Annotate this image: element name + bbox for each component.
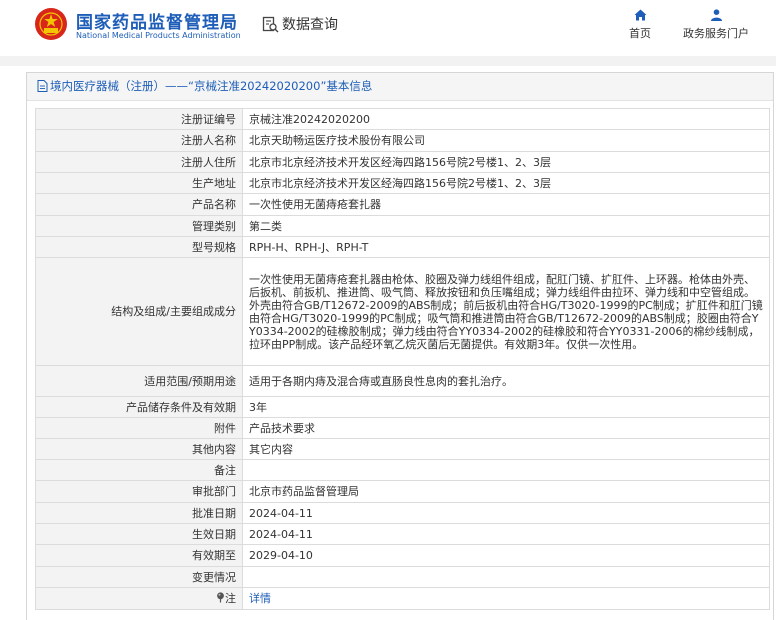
home-icon bbox=[634, 9, 646, 21]
field-label: 结构及组成/主要组成成分 bbox=[35, 257, 243, 366]
field-value: 2024-04-11 bbox=[242, 502, 770, 524]
table-row: 结构及组成/主要组成成分 一次性使用无菌痔疮套扎器由枪体、胶圈及弹力线组件组成，… bbox=[35, 257, 770, 366]
field-value: 产品技术要求 bbox=[242, 417, 770, 439]
table-row: 产品储存条件及有效期 3年 bbox=[35, 396, 770, 418]
table-row: 生效日期 2024-04-11 bbox=[35, 523, 770, 545]
field-value: 一次性使用无菌痔疮套扎器由枪体、胶圈及弹力线组件组成，配肛门镜、扩肛件、上环器。… bbox=[242, 257, 770, 366]
logo-subtitle: National Medical Products Administration bbox=[76, 31, 241, 40]
table-row: 注册人名称 北京天助畅运医疗技术股份有限公司 bbox=[35, 129, 770, 152]
field-value: 适用于各期内痔及混合痔或直肠良性息肉的套扎治疗。 bbox=[242, 365, 770, 397]
field-label: 注 bbox=[225, 592, 236, 605]
data-query-label: 数据查询 bbox=[282, 17, 338, 33]
field-value: 2029-04-10 bbox=[242, 544, 770, 567]
field-value: 第二类 bbox=[242, 215, 770, 237]
field-label: 审批部门 bbox=[35, 480, 243, 503]
device-info-table: 注册证编号 京械注准20242020200 注册人名称 北京天助畅运医疗技术股份… bbox=[35, 108, 770, 610]
site-header: 国家药品监督管理局 National Medical Products Admi… bbox=[0, 0, 776, 56]
field-label: 注册人名称 bbox=[35, 129, 243, 152]
nav-home-label: 首页 bbox=[629, 27, 651, 40]
field-value: RPH-H、RPH-J、RPH-T bbox=[242, 236, 770, 258]
table-row: 型号规格 RPH-H、RPH-J、RPH-T bbox=[35, 236, 770, 258]
table-row: 变更情况 bbox=[35, 566, 770, 588]
nav-portal-label: 政务服务门户 bbox=[683, 27, 749, 40]
field-label: 管理类别 bbox=[35, 215, 243, 237]
field-label: 批准日期 bbox=[35, 502, 243, 524]
field-label: 有效期至 bbox=[35, 544, 243, 567]
details-link[interactable]: 详情 bbox=[249, 592, 271, 605]
field-value bbox=[242, 459, 770, 481]
table-row: 注 详情 bbox=[35, 587, 770, 610]
note-label-cell: 注 bbox=[35, 587, 243, 610]
national-emblem-icon bbox=[35, 8, 67, 40]
table-row: 注册证编号 京械注准20242020200 bbox=[35, 108, 770, 130]
nav-home[interactable]: 首页 bbox=[625, 9, 655, 41]
field-value: 北京市北京经济技术开发区经海四路156号院2号楼1、2、3层 bbox=[242, 172, 770, 194]
nav-service-portal[interactable]: 政务服务门户 bbox=[676, 9, 756, 41]
table-row: 批准日期 2024-04-11 bbox=[35, 502, 770, 524]
field-label: 产品名称 bbox=[35, 193, 243, 216]
field-value: 北京市北京经济技术开发区经海四路156号院2号楼1、2、3层 bbox=[242, 151, 770, 173]
logo-title[interactable]: 国家药品监督管理局 bbox=[76, 8, 238, 33]
table-row: 管理类别 第二类 bbox=[35, 215, 770, 237]
field-value: 其它内容 bbox=[242, 438, 770, 460]
table-row: 适用范围/预期用途 适用于各期内痔及混合痔或直肠良性息肉的套扎治疗。 bbox=[35, 365, 770, 397]
field-label: 生效日期 bbox=[35, 523, 243, 545]
field-value: 北京市药品监督管理局 bbox=[242, 480, 770, 503]
field-label: 注册证编号 bbox=[35, 108, 243, 130]
field-label: 生产地址 bbox=[35, 172, 243, 194]
field-label: 型号规格 bbox=[35, 236, 243, 258]
table-row: 注册人住所 北京市北京经济技术开发区经海四路156号院2号楼1、2、3层 bbox=[35, 151, 770, 173]
table-row: 备注 bbox=[35, 459, 770, 481]
field-label: 产品储存条件及有效期 bbox=[35, 396, 243, 418]
header-divider bbox=[0, 56, 776, 66]
table-row: 附件 产品技术要求 bbox=[35, 417, 770, 439]
table-row: 有效期至 2029-04-10 bbox=[35, 544, 770, 567]
field-label: 附件 bbox=[35, 417, 243, 439]
pin-icon bbox=[217, 592, 224, 603]
field-value: 一次性使用无菌痔疮套扎器 bbox=[242, 193, 770, 216]
table-row: 产品名称 一次性使用无菌痔疮套扎器 bbox=[35, 193, 770, 216]
field-value bbox=[242, 566, 770, 588]
search-doc-icon bbox=[262, 16, 279, 32]
user-icon bbox=[710, 9, 722, 21]
field-value: 京械注准20242020200 bbox=[242, 108, 770, 130]
data-query-link[interactable]: 数据查询 bbox=[262, 14, 338, 34]
field-value: 北京天助畅运医疗技术股份有限公司 bbox=[242, 129, 770, 152]
field-label: 注册人住所 bbox=[35, 151, 243, 173]
table-row: 生产地址 北京市北京经济技术开发区经海四路156号院2号楼1、2、3层 bbox=[35, 172, 770, 194]
field-label: 变更情况 bbox=[35, 566, 243, 588]
panel-title: 境内医疗器械（注册）——“京械注准20242020200”基本信息 bbox=[27, 73, 773, 101]
panel-title-text: 境内医疗器械（注册）——“京械注准20242020200”基本信息 bbox=[50, 79, 373, 93]
field-label: 适用范围/预期用途 bbox=[35, 365, 243, 397]
table-row: 其他内容 其它内容 bbox=[35, 438, 770, 460]
field-label: 备注 bbox=[35, 459, 243, 481]
document-icon bbox=[37, 80, 48, 92]
field-label: 其他内容 bbox=[35, 438, 243, 460]
field-value: 2024-04-11 bbox=[242, 523, 770, 545]
table-row: 审批部门 北京市药品监督管理局 bbox=[35, 480, 770, 503]
field-value: 3年 bbox=[242, 396, 770, 418]
